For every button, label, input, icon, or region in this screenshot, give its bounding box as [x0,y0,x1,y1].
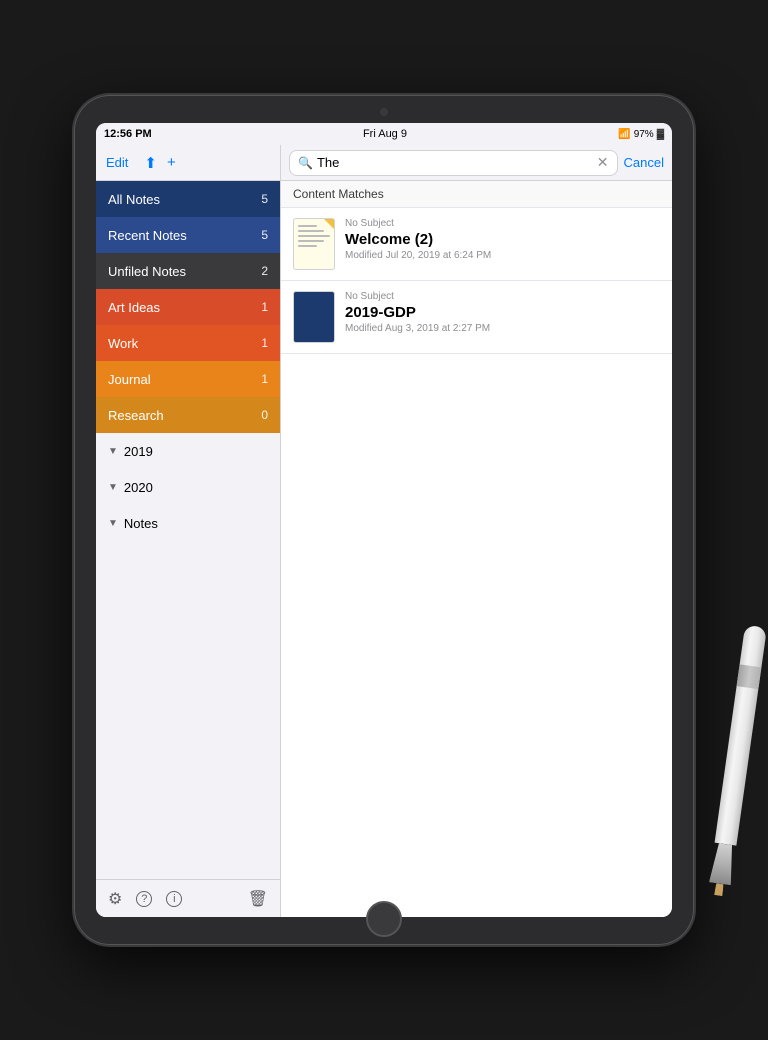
sidebar-items-list: All Notes 5 Recent Notes 5 Unfiled Notes… [96,181,280,879]
status-bar: 12:56 PM Fri Aug 9 📶 97% ▓ [96,123,672,145]
wifi-icon: 📶 [618,129,630,140]
sidebar-item-unfiled-notes[interactable]: Unfiled Notes 2 [96,253,280,289]
note-date: Modified Aug 3, 2019 at 2:27 PM [345,323,660,334]
note-thumbnail-yellow [293,218,335,270]
footer-icons-left: ⚙ ? i [108,889,182,909]
add-icon[interactable]: + [167,154,176,171]
unfiled-notes-count: 2 [261,264,268,278]
ipad-screen: 12:56 PM Fri Aug 9 📶 97% ▓ Edit ⬆ [96,123,672,917]
cancel-button[interactable]: Cancel [624,155,664,170]
content-header: Content Matches [281,181,672,208]
note-title: Welcome (2) [345,231,660,248]
sidebar-item-2019[interactable]: ▼ 2019 [96,433,280,469]
content-area: 🔍 ✕ Cancel Content Matches [281,145,672,917]
thumb-line [298,230,324,232]
journal-count: 1 [261,372,268,386]
search-input-wrapper: 🔍 ✕ [289,150,618,176]
apple-pencil [709,625,767,886]
pencil-tip [709,843,736,886]
note-subject: No Subject [345,291,660,302]
note-item[interactable]: No Subject 2019-GDP Modified Aug 3, 2019… [281,281,672,354]
sidebar: Edit ⬆ + All Notes 5 Recent [96,145,281,917]
chevron-down-icon: ▼ [108,446,118,457]
sidebar-item-work[interactable]: Work 1 [96,325,280,361]
battery-icon: ▓ [657,129,664,140]
ipad-device: 12:56 PM Fri Aug 9 📶 97% ▓ Edit ⬆ [74,95,694,945]
sidebar-footer: ⚙ ? i 🗑 [96,879,280,917]
chevron-down-icon-2020: ▼ [108,482,118,493]
thumbnail-lines [294,219,334,256]
sidebar-item-research[interactable]: Research 0 [96,397,280,433]
clear-search-icon[interactable]: ✕ [597,154,609,171]
note-subject: No Subject [345,218,660,229]
thumb-line [298,235,330,237]
unfiled-notes-label: Unfiled Notes [108,264,186,279]
all-notes-count: 5 [261,192,268,206]
folder-2019-row: ▼ 2019 [108,444,153,459]
notes-list: No Subject Welcome (2) Modified Jul 20, … [281,208,672,917]
art-ideas-label: Art Ideas [108,300,160,315]
sidebar-item-all-notes[interactable]: All Notes 5 [96,181,280,217]
content-matches-label: Content Matches [293,187,384,201]
note-item[interactable]: No Subject Welcome (2) Modified Jul 20, … [281,208,672,281]
work-label: Work [108,336,138,351]
search-icon: 🔍 [298,156,313,170]
status-time: 12:56 PM [104,128,152,140]
note-info: No Subject Welcome (2) Modified Jul 20, … [345,218,660,261]
trash-icon[interactable]: 🗑 [248,889,268,909]
status-date: Fri Aug 9 [363,128,407,140]
thumb-line [298,225,317,227]
note-title: 2019-GDP [345,304,660,321]
sidebar-item-art-ideas[interactable]: Art Ideas 1 [96,289,280,325]
share-icon[interactable]: ⬆ [144,154,157,172]
main-area: Edit ⬆ + All Notes 5 Recent [96,145,672,917]
art-ideas-count: 1 [261,300,268,314]
battery-percent: 97% [634,129,654,140]
folder-notes-label: Notes [124,516,158,531]
help-icon[interactable]: ? [136,891,152,907]
folder-notes-row: ▼ Notes [108,516,158,531]
pencil-nib [714,883,724,896]
folder-2020-label: 2020 [124,480,153,495]
sidebar-item-journal[interactable]: Journal 1 [96,361,280,397]
note-thumbnail-blue [293,291,335,343]
info-icon[interactable]: i [166,891,182,907]
sidebar-toolbar: Edit ⬆ + [96,145,280,181]
all-notes-label: All Notes [108,192,160,207]
edit-button[interactable]: Edit [106,155,128,170]
recent-notes-label: Recent Notes [108,228,187,243]
toolbar-icons: ⬆ + [144,154,175,172]
sidebar-item-notes[interactable]: ▼ Notes [96,505,280,541]
thumb-line [298,245,317,247]
chevron-down-icon-notes: ▼ [108,518,118,529]
research-count: 0 [261,408,268,422]
recent-notes-count: 5 [261,228,268,242]
folder-2019-label: 2019 [124,444,153,459]
status-indicators: 📶 97% ▓ [618,129,664,140]
camera [380,108,388,116]
pencil-body [715,625,767,846]
search-input[interactable] [317,155,597,170]
folder-2020-row: ▼ 2020 [108,480,153,495]
home-button[interactable] [366,901,402,937]
research-label: Research [108,408,164,423]
pencil-band [737,664,762,689]
journal-label: Journal [108,372,151,387]
ipad-frame: 12:56 PM Fri Aug 9 📶 97% ▓ Edit ⬆ [74,95,694,945]
search-bar: 🔍 ✕ Cancel [281,145,672,181]
sidebar-item-recent-notes[interactable]: Recent Notes 5 [96,217,280,253]
sidebar-item-2020[interactable]: ▼ 2020 [96,469,280,505]
thumb-line [298,240,324,242]
note-info: No Subject 2019-GDP Modified Aug 3, 2019… [345,291,660,334]
settings-icon[interactable]: ⚙ [108,889,122,909]
note-date: Modified Jul 20, 2019 at 6:24 PM [345,250,660,261]
work-count: 1 [261,336,268,350]
